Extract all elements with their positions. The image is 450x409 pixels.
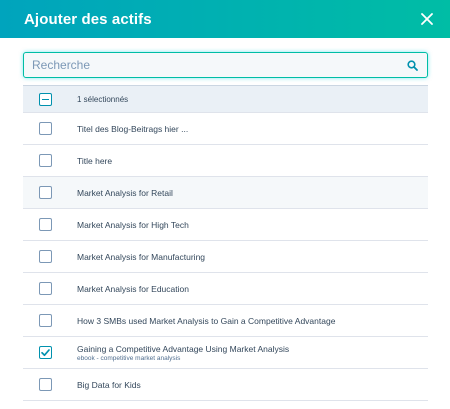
row-label: Gaining a Competitive Advantage Using Ma…: [67, 344, 428, 362]
row-checkbox[interactable]: [38, 122, 52, 135]
row-checkbox[interactable]: [38, 218, 52, 231]
select-all-checkbox[interactable]: [38, 92, 52, 106]
row-label: Market Analysis for Retail: [67, 188, 428, 198]
row-checkbox[interactable]: [38, 250, 52, 263]
row-title: Title here: [77, 155, 113, 166]
row-title: Market Analysis for High Tech: [77, 219, 189, 230]
table-row[interactable]: Gaining a Competitive Advantage Using Ma…: [23, 337, 428, 369]
row-label: Market Analysis for Education: [67, 284, 428, 294]
row-label: Big Data for Kids: [67, 380, 428, 390]
row-label: Titel des Blog-Beitrags hier ...: [67, 124, 428, 134]
table-row[interactable]: Big Data for Kids: [23, 369, 428, 401]
table-row[interactable]: Market Analysis for Education: [23, 273, 428, 305]
assets-table: 1 sélectionnés Titel des Blog-Beitrags h…: [23, 85, 428, 401]
row-checkbox[interactable]: [38, 186, 52, 199]
row-title: How 3 SMBs used Market Analysis to Gain …: [77, 315, 336, 326]
search-button[interactable]: [401, 54, 423, 76]
check-icon: [40, 349, 50, 357]
row-label: Title here: [67, 156, 428, 166]
row-checkbox[interactable]: [38, 282, 52, 295]
table-row[interactable]: Market Analysis for High Tech: [23, 209, 428, 241]
row-title: Market Analysis for Education: [77, 283, 189, 294]
search-input[interactable]: [24, 53, 401, 77]
modal-header: Ajouter des actifs: [0, 0, 450, 38]
table-row[interactable]: How 3 SMBs used Market Analysis to Gain …: [23, 305, 428, 337]
table-row[interactable]: Market Analysis for Retail: [23, 177, 428, 209]
row-title: Market Analysis for Retail: [77, 187, 173, 198]
row-checkbox[interactable]: [38, 154, 52, 167]
row-title: Big Data for Kids: [77, 379, 141, 390]
close-button[interactable]: [416, 8, 438, 30]
search-icon: [406, 59, 418, 71]
table-header-row: 1 sélectionnés: [23, 86, 428, 113]
search-box: [23, 52, 428, 78]
row-checkbox[interactable]: [38, 378, 52, 391]
row-title: Market Analysis for Manufacturing: [77, 251, 206, 262]
table-row[interactable]: Market Analysis for Manufacturing: [23, 241, 428, 273]
table-row[interactable]: Title here: [23, 145, 428, 177]
row-title: Gaining a Competitive Advantage Using Ma…: [77, 343, 290, 354]
row-title: Titel des Blog-Beitrags hier ...: [77, 123, 189, 134]
row-label: Market Analysis for Manufacturing: [67, 252, 428, 262]
selected-count: 1 sélectionnés: [77, 94, 129, 104]
row-checkbox[interactable]: [38, 346, 52, 359]
modal-title: Ajouter des actifs: [24, 10, 152, 28]
row-label: Market Analysis for High Tech: [67, 220, 428, 230]
row-label: How 3 SMBs used Market Analysis to Gain …: [67, 316, 428, 326]
row-subtitle: ebook - competitive market analysis: [77, 354, 181, 362]
close-icon: [421, 13, 433, 25]
table-row[interactable]: Titel des Blog-Beitrags hier ...: [23, 113, 428, 145]
row-checkbox[interactable]: [38, 314, 52, 327]
